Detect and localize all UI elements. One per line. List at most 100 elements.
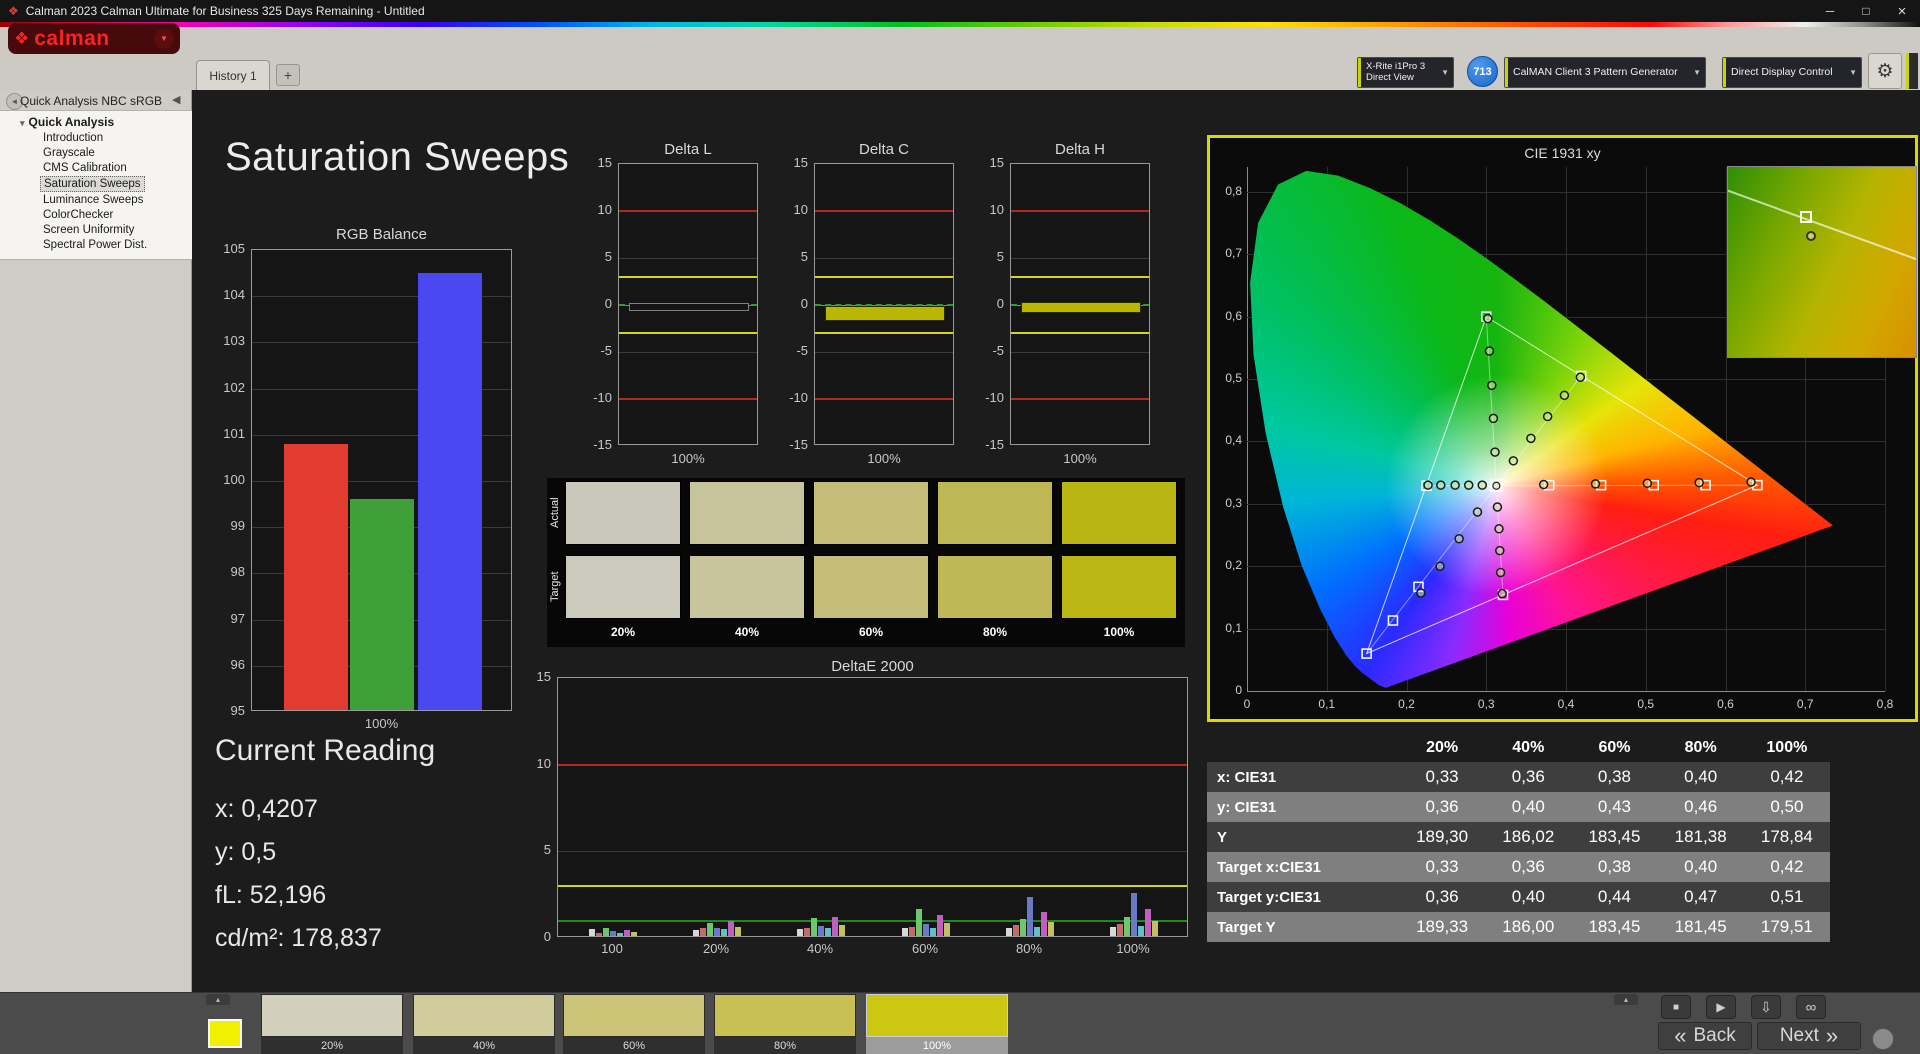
table-cell: 183,45 [1571, 822, 1658, 852]
transport-expander[interactable]: ▴ [1614, 994, 1638, 1005]
swatch-target-20 [565, 555, 681, 619]
cie-hgrid [1247, 691, 1885, 692]
delta-gridline [619, 352, 757, 353]
sidebar-item-grayscale[interactable]: Grayscale [40, 146, 98, 160]
meter-dropdown-arrow-icon[interactable]: ▼ [1441, 68, 1453, 77]
delta-measure-bar [629, 303, 749, 311]
swatch-column-label: 40% [734, 625, 760, 639]
delta-ytick: -15 [789, 437, 808, 452]
rgb-balance-plot [251, 249, 512, 711]
deltae-bar [909, 926, 915, 936]
delta-gridline [815, 352, 953, 353]
sidebar-item-luminance-sweeps[interactable]: Luminance Sweeps [40, 193, 146, 207]
saturation-patch-80[interactable] [714, 994, 856, 1037]
pattern-generator-arrow-icon[interactable]: ▼ [1693, 68, 1705, 77]
logo-menu-arrow-icon[interactable]: ▼ [154, 28, 174, 49]
deltae-bar [1138, 925, 1144, 936]
delta-ytick: 10 [989, 202, 1004, 217]
sidebar-item-introduction[interactable]: Introduction [40, 131, 106, 145]
sidebar-item-screen-uniformity[interactable]: Screen Uniformity [40, 223, 137, 237]
table-row: x: CIE31 0,33 0,36 0,38 0,40 0,42 [1207, 762, 1830, 792]
table-cell: 186,00 [1485, 912, 1572, 942]
saturation-patch-label-20[interactable]: 20% [261, 1037, 403, 1054]
saturation-patch-label-40[interactable]: 40% [413, 1037, 555, 1054]
saturation-patch-20[interactable] [261, 994, 403, 1037]
continuous-read-button[interactable]: ∞ [1796, 995, 1826, 1019]
play-button[interactable]: ▶ [1706, 995, 1736, 1019]
upper-warn-line [619, 275, 757, 278]
deltae-bar [1034, 926, 1040, 936]
table-row-label: Target x:CIE31 [1207, 852, 1399, 882]
saturation-patch-60[interactable] [563, 994, 705, 1037]
settings-button[interactable]: ⚙ [1868, 53, 1902, 89]
cie-measured-marker [1487, 380, 1497, 391]
meter-dropdown[interactable]: X-Rite i1Pro 3 Direct View ▼ [1357, 57, 1454, 88]
display-control-arrow-icon[interactable]: ▼ [1849, 68, 1861, 77]
cie-measured-marker [1416, 588, 1426, 598]
saturation-patch-label-60[interactable]: 60% [563, 1037, 705, 1054]
back-button[interactable]: « Back [1658, 1022, 1752, 1050]
display-control-dropdown[interactable]: Direct Display Control ▼ [1722, 57, 1862, 88]
table-column-header [1207, 733, 1399, 762]
table-row: Target x:CIE31 0,33 0,36 0,38 0,40 0,42 [1207, 852, 1830, 882]
sidebar-item-spectral-power-dist[interactable]: Spectral Power Dist. [40, 238, 150, 252]
saturation-patch-label-100[interactable]: 100% [866, 1037, 1008, 1054]
pattern-color-well[interactable] [208, 1019, 242, 1048]
cie-zoom-inset [1727, 166, 1917, 358]
rgb-ytick: 101 [223, 425, 245, 441]
table-cell: 0,42 [1743, 762, 1830, 792]
sidebar-collapse-button[interactable]: ◀ [172, 93, 180, 106]
delta-ytick: 15 [989, 155, 1004, 170]
meter-text: X-Rite i1Pro 3 Direct View [1361, 61, 1441, 84]
sidebar-item-saturation-sweeps[interactable]: Saturation Sweeps [40, 176, 145, 192]
session-status-button[interactable] [1872, 1028, 1894, 1050]
deltae-bar [610, 931, 616, 936]
deltae-bar [1110, 926, 1116, 936]
cie-ytick: 0,5 [1225, 371, 1242, 386]
save-button[interactable]: ⇩ [1751, 995, 1781, 1019]
saturation-patch-40[interactable] [413, 994, 555, 1037]
tree-caret-icon: ▾ [20, 118, 25, 128]
pattern-generator-dropdown[interactable]: CalMAN Client 3 Pattern Generator ▼ [1504, 57, 1706, 88]
color-well-expander[interactable]: ▴ [206, 994, 230, 1005]
table-cell: 0,47 [1657, 882, 1744, 912]
deltae-bar [1152, 920, 1158, 936]
tab-history-1[interactable]: History 1 [196, 60, 270, 90]
swatch-row-label-target: Target [549, 571, 561, 603]
delta-ytick: -15 [985, 437, 1004, 452]
sidebar-item-cms-calibration[interactable]: CMS Calibration [40, 161, 130, 175]
swatch-actual-20 [565, 481, 681, 545]
table-cell: 0,40 [1657, 852, 1744, 882]
add-tab-button[interactable]: + [276, 64, 300, 86]
saturation-patch-100[interactable] [866, 994, 1008, 1037]
rgb-ytick: 103 [223, 333, 245, 349]
delta-ytick: -5 [992, 343, 1004, 358]
chevron-up-icon: ▴ [215, 995, 220, 1004]
lower-limit-line [619, 398, 757, 400]
deltae-bar [923, 924, 929, 936]
next-button[interactable]: Next » [1757, 1022, 1861, 1050]
upper-limit-line [1011, 210, 1149, 212]
saturation-sweep-line [1495, 485, 1504, 595]
cie-measured-marker [1495, 545, 1505, 556]
tree-root-quick-analysis[interactable]: ▾ Quick Analysis [0, 114, 192, 131]
saturation-patch-label-80[interactable]: 80% [714, 1037, 856, 1054]
stop-button[interactable]: ■ [1661, 995, 1691, 1019]
maximize-button[interactable]: □ [1848, 0, 1884, 22]
cie-ytick: 0,1 [1225, 620, 1242, 635]
workflow-edge-button[interactable] [1906, 53, 1918, 89]
deltae-bar [603, 928, 609, 936]
calman-logo-menu[interactable]: ❖ calman ▼ [8, 23, 180, 54]
delta-measure-bar [825, 305, 945, 321]
close-button[interactable]: × [1884, 0, 1920, 22]
swatch-actual-60 [813, 481, 929, 545]
meter-reading-badge[interactable]: 713 [1467, 56, 1498, 87]
sidebar-item-colorchecker[interactable]: ColorChecker [40, 208, 116, 222]
delta-l-plot [618, 163, 758, 445]
delta-h-chart: Delta H 100% -15 -10 -5 0 5 10 15 [976, 141, 1156, 471]
delta-c-title: Delta C [858, 141, 910, 158]
cie-measured-marker [1435, 561, 1445, 571]
minimize-button[interactable]: ─ [1812, 0, 1848, 22]
deltae-bar [902, 928, 908, 936]
swatch-target-80 [937, 555, 1053, 619]
